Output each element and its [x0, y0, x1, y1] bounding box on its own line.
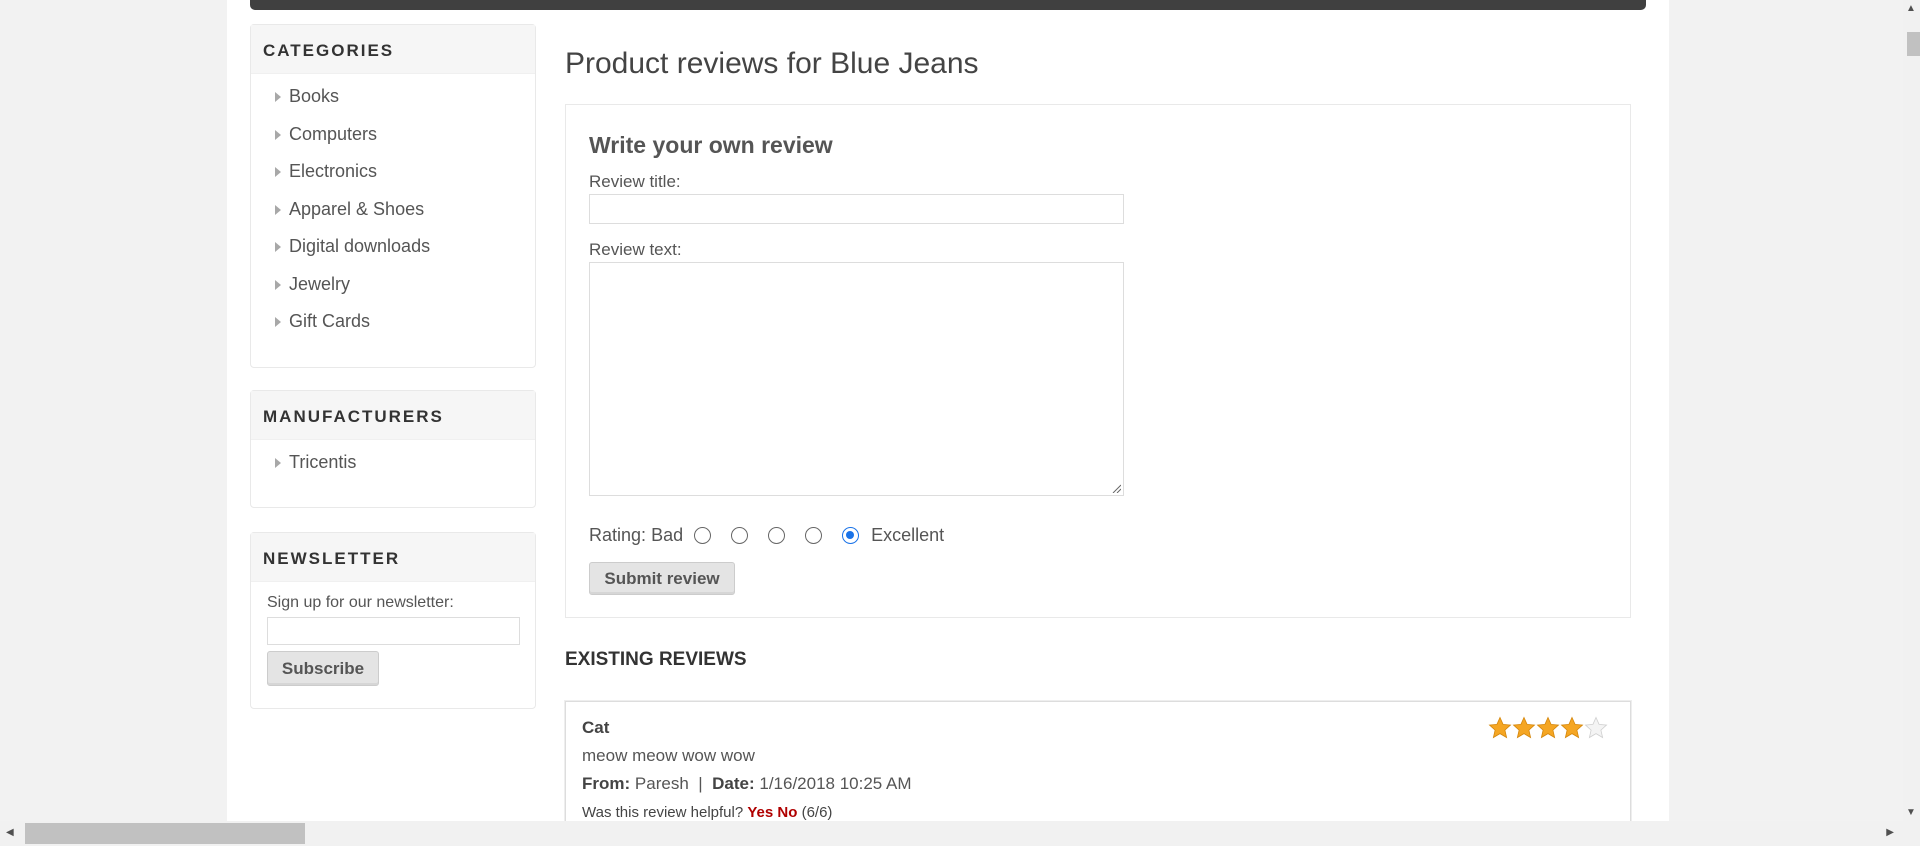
manufacturer-item-tricentis[interactable]: Tricentis: [251, 450, 535, 488]
star-icon: [1512, 716, 1536, 739]
review-item: Cat meow meow wow wow From: Paresh | Dat…: [565, 701, 1631, 831]
category-item-jewelry[interactable]: Jewelry: [251, 272, 535, 310]
review-title: Cat: [582, 718, 610, 737]
submit-review-button[interactable]: Submit review: [589, 562, 735, 595]
helpful-count: (6/6): [801, 804, 833, 821]
category-label[interactable]: Jewelry: [289, 274, 350, 295]
horizontal-scroll-thumb[interactable]: [25, 823, 305, 844]
vertical-scroll-thumb[interactable]: [1907, 32, 1920, 56]
review-text-label: Review text:: [589, 240, 682, 259]
write-review-title: Write your own review: [589, 132, 833, 158]
manufacturers-title: MANUFACTURERS: [251, 391, 535, 440]
star-icon: [1488, 716, 1512, 739]
rating-radio-4[interactable]: [805, 526, 823, 544]
rating-excellent-label: Excellent: [871, 524, 945, 545]
category-label[interactable]: Books: [289, 86, 339, 107]
vertical-scrollbar[interactable]: ▲ ▼: [1903, 0, 1920, 821]
existing-reviews-title: EXISTING REVIEWS: [565, 649, 747, 670]
rating-radio-3[interactable]: [768, 526, 786, 544]
star-icon: [1536, 716, 1560, 739]
review-from-label: From:: [582, 774, 631, 793]
review-helpfulness: Was this review helpful? Yes No (6/6): [582, 804, 832, 821]
rating-group: Rating: Bad Excellent: [589, 523, 944, 547]
arrow-right-icon: [275, 167, 281, 177]
arrow-right-icon: [275, 242, 281, 252]
helpful-question: Was this review helpful?: [582, 804, 744, 821]
category-item-books[interactable]: Books: [251, 84, 535, 122]
category-item-gift-cards[interactable]: Gift Cards: [251, 309, 535, 347]
resize-grip-icon[interactable]: [1111, 483, 1121, 493]
review-title-label: Review title:: [589, 172, 681, 191]
categories-list: Books Computers Electronics Apparel & Sh…: [251, 74, 535, 347]
write-review-form: Write your own review Review title: Revi…: [565, 104, 1631, 618]
category-label[interactable]: Computers: [289, 124, 377, 145]
review-separator: |: [698, 774, 703, 793]
rating-radio-5[interactable]: [842, 526, 860, 544]
scroll-left-icon[interactable]: ◀: [6, 827, 14, 838]
category-label[interactable]: Gift Cards: [289, 311, 370, 332]
newsletter-label: Sign up for our newsletter:: [267, 594, 454, 611]
categories-block: CATEGORIES Books Computers Electronics A…: [250, 24, 536, 368]
star-empty-icon: [1584, 716, 1608, 739]
vote-no-link[interactable]: No: [777, 804, 797, 821]
category-item-apparel-shoes[interactable]: Apparel & Shoes: [251, 197, 535, 235]
header-menu-bar: [250, 0, 1646, 10]
review-author: Paresh: [634, 774, 689, 793]
review-date: 1/16/2018 10:25 AM: [759, 774, 912, 793]
arrow-right-icon: [275, 92, 281, 102]
review-text-textarea[interactable]: [589, 262, 1124, 496]
rating-radio-2[interactable]: [731, 526, 749, 544]
newsletter-title: NEWSLETTER: [251, 533, 535, 582]
arrow-right-icon: [275, 317, 281, 327]
review-rating-stars: [1488, 716, 1608, 740]
review-text: meow meow wow wow: [582, 746, 755, 765]
review-meta: From: Paresh | Date: 1/16/2018 10:25 AM: [582, 774, 912, 794]
rating-label: Rating:: [589, 524, 647, 545]
arrow-right-icon: [275, 129, 281, 140]
manufacturers-block: MANUFACTURERS Tricentis: [250, 390, 536, 508]
vote-yes-link[interactable]: Yes: [747, 804, 773, 821]
scroll-right-icon[interactable]: ▶: [1886, 827, 1894, 838]
newsletter-block: NEWSLETTER Sign up for our newsletter: S…: [250, 532, 536, 709]
arrow-right-icon: [275, 279, 281, 290]
category-item-digital-downloads[interactable]: Digital downloads: [251, 234, 535, 272]
page-container: CATEGORIES Books Computers Electronics A…: [227, 0, 1669, 831]
rating-bad-label: Bad: [651, 524, 684, 545]
category-item-electronics[interactable]: Electronics: [251, 159, 535, 197]
scroll-down-icon[interactable]: ▼: [1906, 807, 1916, 818]
horizontal-scrollbar[interactable]: ◀ ▶: [0, 821, 1920, 846]
star-icon: [1560, 716, 1584, 739]
subscribe-button[interactable]: Subscribe: [267, 651, 379, 686]
manufacturers-list: Tricentis: [251, 440, 535, 488]
categories-title: CATEGORIES: [251, 25, 535, 74]
category-label[interactable]: Apparel & Shoes: [289, 199, 424, 220]
category-label[interactable]: Digital downloads: [289, 236, 430, 257]
manufacturer-label[interactable]: Tricentis: [289, 452, 356, 473]
review-date-label: Date:: [712, 774, 755, 793]
review-title-input[interactable]: [589, 194, 1124, 224]
page-title: Product reviews for Blue Jeans: [565, 47, 979, 80]
newsletter-email-input[interactable]: [267, 617, 520, 645]
category-label[interactable]: Electronics: [289, 161, 377, 182]
rating-radio-1[interactable]: [694, 526, 712, 544]
category-item-computers[interactable]: Computers: [251, 122, 535, 160]
scroll-up-icon[interactable]: ▲: [1906, 3, 1916, 14]
arrow-right-icon: [275, 458, 281, 468]
arrow-right-icon: [275, 204, 281, 215]
